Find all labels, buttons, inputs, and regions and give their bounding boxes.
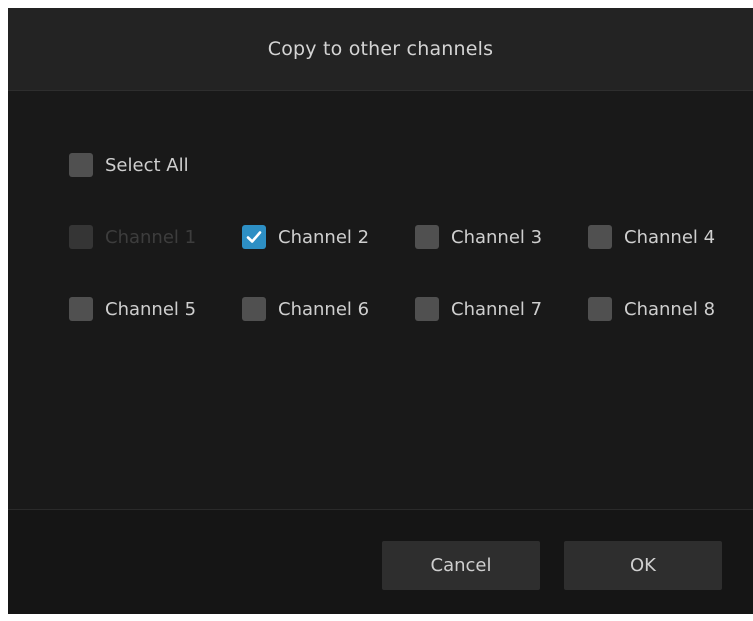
dialog-body: Select All Channel 1 Channel 2 Channel 3… — [8, 91, 753, 509]
dialog-header: Copy to other channels — [8, 8, 753, 91]
select-all-checkbox[interactable]: Select All — [69, 153, 189, 177]
copy-channels-dialog: Copy to other channels Select All Channe… — [8, 8, 753, 614]
channel-2-box[interactable] — [242, 225, 266, 249]
select-all-box[interactable] — [69, 153, 93, 177]
channel-5-label: Channel 5 — [105, 298, 197, 320]
channel-4-box[interactable] — [588, 225, 612, 249]
channel-7-checkbox[interactable]: Channel 7 — [415, 297, 542, 321]
dialog-footer: Cancel OK — [8, 509, 753, 614]
channel-8-label: Channel 8 — [624, 298, 716, 320]
channel-4-label: Channel 4 — [624, 226, 716, 248]
channel-7-label: Channel 7 — [451, 298, 543, 320]
dialog-title: Copy to other channels — [267, 38, 494, 60]
channel-1-checkbox: Channel 1 — [69, 225, 196, 249]
ok-button[interactable]: OK — [564, 541, 722, 590]
channel-1-box — [69, 225, 93, 249]
channel-2-checkbox[interactable]: Channel 2 — [242, 225, 369, 249]
channel-5-box[interactable] — [69, 297, 93, 321]
channel-6-checkbox[interactable]: Channel 6 — [242, 297, 369, 321]
channel-3-checkbox[interactable]: Channel 3 — [415, 225, 542, 249]
checkmark-icon — [246, 231, 262, 243]
channel-8-checkbox[interactable]: Channel 8 — [588, 297, 715, 321]
cancel-button[interactable]: Cancel — [382, 541, 540, 590]
channel-7-box[interactable] — [415, 297, 439, 321]
channel-6-box[interactable] — [242, 297, 266, 321]
channel-3-label: Channel 3 — [451, 226, 543, 248]
channel-5-checkbox[interactable]: Channel 5 — [69, 297, 196, 321]
select-all-label: Select All — [105, 154, 189, 176]
channel-4-checkbox[interactable]: Channel 4 — [588, 225, 715, 249]
channel-1-label: Channel 1 — [105, 226, 197, 248]
channel-2-label: Channel 2 — [278, 226, 370, 248]
channel-3-box[interactable] — [415, 225, 439, 249]
channel-6-label: Channel 6 — [278, 298, 370, 320]
channel-8-box[interactable] — [588, 297, 612, 321]
